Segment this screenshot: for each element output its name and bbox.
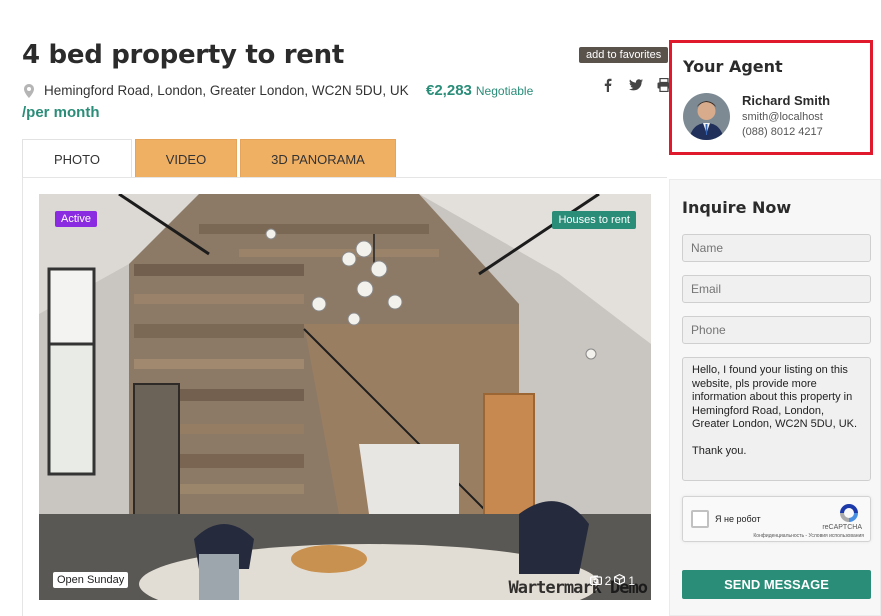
camera-icon [589,574,602,588]
interior-illustration [39,194,651,600]
agent-card: Your Agent Richard Smith smith@localhost… [669,40,873,155]
agent-name[interactable]: Richard Smith [742,93,830,108]
price-value: €2,283 [426,82,472,99]
name-field[interactable] [682,234,871,262]
photo-count: 2 [604,574,612,588]
open-house-badge: Open Sunday [53,572,129,588]
avatar[interactable] [683,93,730,140]
map-pin-icon [24,83,34,98]
recaptcha-brand: reCAPTCHA [822,524,862,531]
category-badge[interactable]: Houses to rent [552,211,636,229]
twitter-icon[interactable] [628,77,644,93]
price-period: /per month [22,104,100,121]
inquiry-title: Inquire Now [682,198,792,217]
listing-title: 4 bed property to rent [22,40,344,70]
share-bar [600,77,672,93]
price: €2,283 Negotiable [426,82,533,99]
add-to-favorites-button[interactable]: add to favorites [579,47,669,63]
message-field[interactable]: Hello, I found your listing on this webs… [682,357,871,481]
address-text: Hemingford Road, London, Greater London,… [44,83,409,98]
price-negotiable: Negotiable [475,84,534,98]
recaptcha-label: Я не робот [715,514,761,524]
phone-field[interactable] [682,316,871,344]
listing-address: Hemingford Road, London, Greater London,… [24,83,409,98]
recaptcha-widget: Я не робот reCAPTCHA Конфиденциальность … [682,496,871,542]
inquiry-form: Inquire Now Hello, I found your listing … [669,179,881,616]
email-field[interactable] [682,275,871,303]
cube-icon [614,573,626,588]
agent-heading: Your Agent [683,57,783,76]
recaptcha-icon [838,502,860,524]
agent-email[interactable]: smith@localhost [742,111,823,123]
tab-photo[interactable]: PHOTO [22,139,132,178]
send-message-button[interactable]: SEND MESSAGE [682,570,871,599]
status-badge: Active [55,211,97,227]
media-tabs: PHOTO VIDEO 3D PANORAMA [22,139,399,178]
media-counts: 2 1 [589,573,635,588]
panorama-count: 1 [628,574,635,588]
recaptcha-checkbox[interactable] [691,510,709,528]
tab-3d-panorama[interactable]: 3D PANORAMA [240,139,396,178]
agent-phone[interactable]: (088) 8012 4217 [742,126,823,138]
recaptcha-links[interactable]: Конфиденциальность - Условия использован… [753,533,864,539]
facebook-icon[interactable] [600,77,616,93]
tab-video[interactable]: VIDEO [135,139,237,178]
property-photo[interactable]: Active Houses to rent Open Sunday Warter… [39,194,651,600]
